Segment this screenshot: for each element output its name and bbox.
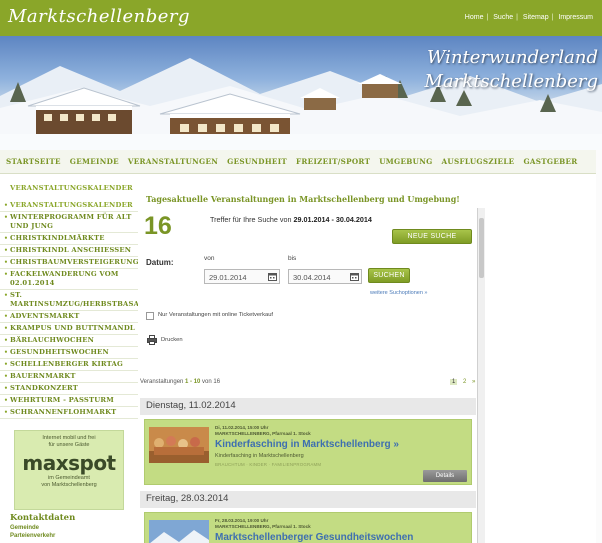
sidebar-item[interactable]: SCHELLENBERGER KIRTAG	[0, 359, 138, 371]
event-thumbnail[interactable]	[149, 520, 209, 543]
nav-item-gesundheit[interactable]: GESUNDHEIT	[227, 157, 287, 166]
top-links: Home | Suche | Sitemap | Impressum	[464, 14, 593, 21]
event-meta-location: MARKTSCHELLENBERG, Pfarrsaal 1. Stock	[215, 430, 311, 436]
calendar-icon[interactable]	[350, 272, 359, 281]
print-link[interactable]: Drucken	[161, 337, 183, 343]
page-title: Tagesaktuelle Veranstaltungen in Marktsc…	[146, 194, 460, 204]
nav-item-freizeit-sport[interactable]: FREIZEIT/SPORT	[296, 157, 370, 166]
sidebar-item[interactable]: ST. MARTINSUMZUG/HERBSTBASAR	[0, 290, 138, 311]
sidebar-item[interactable]: SCHRANNENFLOHMARKT	[0, 407, 138, 419]
sidebar-heading: VERANSTALTUNGSKALENDER	[10, 184, 133, 192]
sidebar-list: VERANSTALTUNGSKALENDER WINTERPROGRAMM FÜ…	[0, 200, 138, 419]
to-label: bis	[288, 255, 297, 262]
pager-page-2[interactable]: 2	[463, 379, 466, 385]
maxspot-tagline-line1: Internet mobil und frei	[42, 435, 96, 441]
printer-icon[interactable]	[147, 335, 157, 345]
top-link-search[interactable]: Suche	[493, 14, 513, 21]
date-label: Datum:	[146, 258, 174, 267]
event-tags: BRAUCHTUM · KINDER · FAMILIENPROGRAMM	[215, 462, 322, 467]
result-summary: Treffer für Ihre Suche von 29.01.2014 - …	[210, 215, 372, 224]
sidebar-item[interactable]: WINTERPROGRAMM FÜR ALT UND JUNG	[0, 212, 138, 233]
maxspot-location-line2: von Marktschellenberg	[41, 482, 97, 488]
maxspot-location: im Gemeindeamt von Marktschellenberg	[15, 475, 123, 489]
banner-title-line1: Winterwunderland	[427, 47, 598, 68]
pager-page-1[interactable]: 1	[450, 379, 458, 385]
site-logo[interactable]: Marktschellenberg	[8, 6, 190, 27]
sidebar-item[interactable]: ADVENTSMARKT	[0, 311, 138, 323]
banner-title-line2: Marktschellenberg	[424, 71, 598, 92]
sidebar: VERANSTALTUNGSKALENDER VERANSTALTUNGSKAL…	[0, 180, 138, 543]
range-summary-prefix: Veranstaltungen	[140, 379, 186, 385]
maxspot-logo: maxspot	[22, 451, 116, 475]
event-card: Fr, 28.03.2014, 19:00 Uhr MARKTSCHELLENB…	[144, 512, 472, 543]
event-meta-location: MARKTSCHELLENBERG, Pfarrsaal 1. Stock	[215, 523, 311, 529]
range-summary-suffix: von 16	[200, 379, 221, 385]
event-meta: Fr, 28.03.2014, 19:00 Uhr MARKTSCHELLENB…	[215, 518, 311, 529]
sidebar-item[interactable]: KRAMPUS UND BUTTNMANDL	[0, 323, 138, 335]
nav-item-startseite[interactable]: STARTSEITE	[6, 157, 61, 166]
top-link-home[interactable]: Home	[465, 14, 484, 21]
page-edge	[596, 150, 602, 543]
sidebar-item[interactable]: CHRISTBAUMVERSTEIGERUNG	[0, 257, 138, 269]
sidebar-item[interactable]: GESUNDHEITSWOCHEN	[0, 347, 138, 359]
event-card: Di, 11.02.2014, 15:00 Uhr MARKTSCHELLENB…	[144, 419, 472, 485]
more-search-options-link[interactable]: weitere Suchoptionen »	[370, 290, 427, 296]
header-banner: Winterwunderland Marktschellenberg	[0, 36, 602, 150]
from-label: von	[204, 255, 215, 262]
calendar-icon[interactable]	[268, 272, 277, 281]
range-summary-value: 1 - 10	[185, 379, 201, 385]
top-link-impressum[interactable]: Impressum	[558, 14, 593, 21]
nav-item-gastgeber[interactable]: GASTGEBER	[523, 157, 577, 166]
contact-title: Kontaktdaten	[10, 513, 76, 523]
frame-scrollbar[interactable]	[477, 208, 485, 543]
maxspot-tagline-line2: für unsere Gäste	[48, 442, 90, 448]
nav-item-veranstaltungen[interactable]: VERANSTALTUNGEN	[128, 157, 218, 166]
nav-item-umgebung[interactable]: UMGEBUNG	[379, 157, 432, 166]
event-title-link[interactable]: Marktschellenberger Gesundheitswochen	[215, 532, 413, 543]
pager-next[interactable]: »	[472, 379, 475, 385]
day-header: Dienstag, 11.02.2014	[140, 398, 476, 415]
maxspot-ad[interactable]: Internet mobil und frei für unsere Gäste…	[14, 430, 124, 510]
sidebar-item[interactable]: WEHRTURM - PASSTURM	[0, 395, 138, 407]
ticket-only-label[interactable]: Nur Veranstaltungen mit online Ticketver…	[158, 312, 273, 318]
event-title-link[interactable]: Kinderfasching in Marktschellenberg »	[215, 439, 399, 450]
top-bar: Marktschellenberg Home | Suche | Sitemap | …	[0, 0, 602, 36]
day-header: Freitag, 28.03.2014	[140, 491, 476, 508]
result-count: 16	[144, 212, 172, 240]
search-button[interactable]: SUCHEN	[368, 268, 410, 283]
maxspot-location-line1: im Gemeindeamt	[48, 475, 90, 481]
top-link-sitemap[interactable]: Sitemap	[523, 14, 549, 21]
contact-link-gemeinde[interactable]: Gemeinde	[10, 525, 39, 531]
sidebar-item[interactable]: VERANSTALTUNGSKALENDER	[0, 200, 138, 212]
scrollbar-thumb[interactable]	[479, 218, 484, 278]
main-nav: STARTSEITE GEMEINDE VERANSTALTUNGEN GESU…	[0, 150, 602, 174]
sidebar-item[interactable]: CHRISTKINDL ANSCHIESSEN	[0, 245, 138, 257]
event-subtitle: Kinderfasching in Marktschellenberg	[215, 453, 304, 459]
result-summary-range: 29.01.2014 - 30.04.2014	[293, 215, 372, 224]
details-button[interactable]: Details	[423, 470, 467, 482]
sidebar-item[interactable]: BAUERNMARKT	[0, 371, 138, 383]
range-summary: Veranstaltungen 1 - 10 von 16	[140, 379, 220, 385]
nav-item-gemeinde[interactable]: GEMEINDE	[70, 157, 119, 166]
main-content: Tagesaktuelle Veranstaltungen in Marktsc…	[140, 180, 602, 543]
maxspot-tagline: Internet mobil und frei für unsere Gäste	[15, 435, 123, 449]
sidebar-item[interactable]: STANDKONZERT	[0, 383, 138, 395]
contact-link-parteienverkehr[interactable]: Parteienverkehr	[10, 533, 55, 539]
nav-item-ausflugsziele[interactable]: AUSFLUGSZIELE	[442, 157, 515, 166]
sidebar-item[interactable]: FACKELWANDERUNG VOM 02.01.2014	[0, 269, 138, 290]
sidebar-item[interactable]: CHRISTKINDLMÄRKTE	[0, 233, 138, 245]
banner-title: Winterwunderland Marktschellenberg	[424, 46, 598, 94]
ticket-only-checkbox[interactable]	[146, 312, 154, 320]
event-meta: Di, 11.02.2014, 15:00 Uhr MARKTSCHELLENB…	[215, 425, 311, 436]
event-thumbnail[interactable]	[149, 427, 209, 463]
result-summary-prefix: Treffer für Ihre Suche von	[210, 215, 294, 224]
new-search-button[interactable]: NEUE SUCHE	[392, 229, 472, 244]
sidebar-item[interactable]: BÄRLAUCHWOCHEN	[0, 335, 138, 347]
